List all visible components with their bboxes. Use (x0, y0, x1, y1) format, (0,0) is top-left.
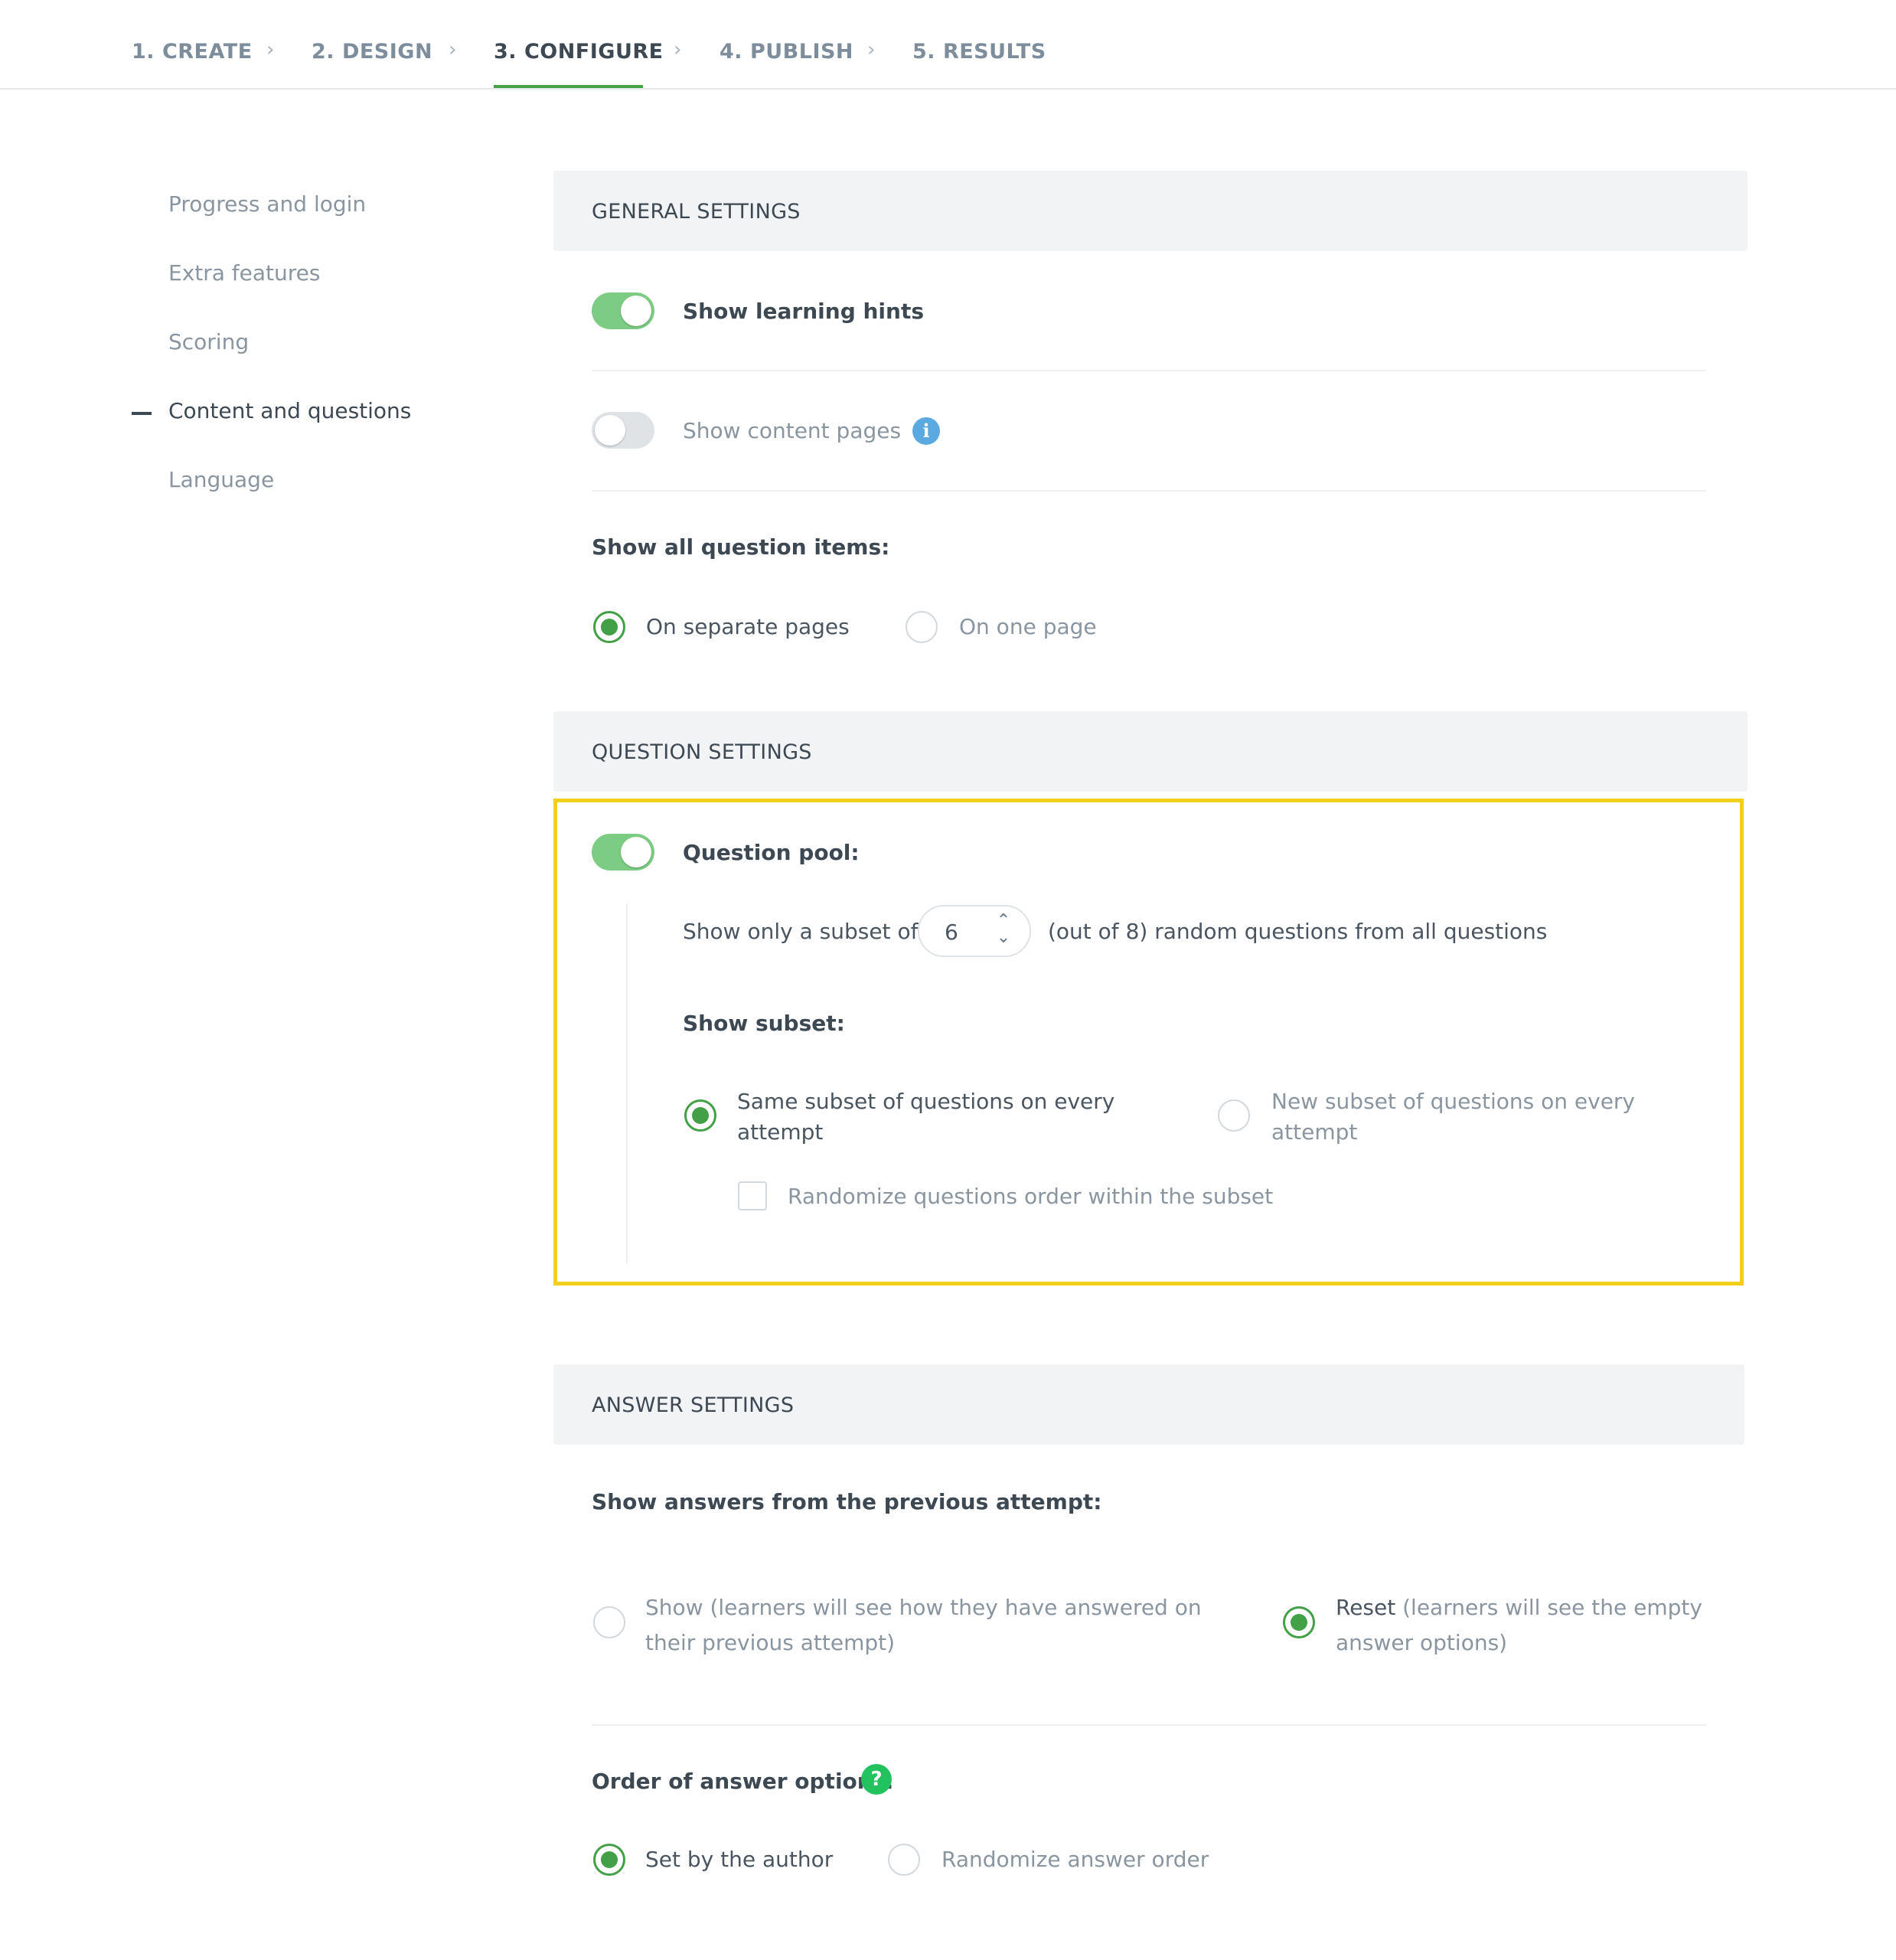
step-results[interactable]: 5. RESULTS (912, 40, 1046, 64)
subset-prefix: Show only a subset of (683, 919, 919, 944)
general-settings-header: GENERAL SETTINGS (553, 171, 1748, 251)
radio-same-subset[interactable] (684, 1099, 716, 1132)
sidebar-item-scoring[interactable]: Scoring (168, 329, 249, 354)
subset-count-stepper[interactable]: 6 ⌃ ⌄ (918, 905, 1031, 957)
content-pages-toggle[interactable] (592, 412, 654, 449)
active-item-dash (132, 412, 152, 415)
step-publish[interactable]: 4. PUBLISH (720, 40, 853, 64)
label-line: attempt (1271, 1119, 1358, 1145)
answer-order-heading: Order of answer options: (592, 1769, 894, 1794)
section-title: QUESTION SETTINGS (592, 740, 812, 764)
sidebar-item-content-and-questions[interactable]: Content and questions (168, 398, 411, 423)
label-line: attempt (737, 1119, 824, 1145)
radio-reset[interactable] (1283, 1606, 1315, 1638)
chevron-right-icon: › (266, 38, 275, 61)
divider (592, 490, 1706, 492)
label-line: Same subset of questions on every (737, 1089, 1115, 1114)
reset-word: Reset (1336, 1595, 1396, 1620)
divider (592, 1724, 1706, 1726)
radio-one-page[interactable] (906, 611, 938, 643)
subset-suffix: (out of 8) random questions from all que… (1048, 919, 1548, 944)
radio-show-previous[interactable] (593, 1606, 625, 1638)
subset-count-value: 6 (945, 920, 958, 945)
section-title: GENERAL SETTINGS (592, 200, 801, 224)
radio-same-subset-label: Same subset of questions on every attemp… (737, 1086, 1114, 1148)
label-line: New subset of questions on every (1271, 1089, 1636, 1114)
radio-one-page-label: On one page (959, 614, 1097, 639)
chevron-right-icon: › (449, 38, 457, 61)
radio-reset-label: Reset (learners will see the empty answe… (1336, 1590, 1702, 1661)
radio-new-subset[interactable] (1218, 1099, 1250, 1132)
sidebar-item-progress-and-login[interactable]: Progress and login (168, 191, 366, 217)
chevron-right-icon: › (674, 38, 682, 61)
radio-separate-pages-label: On separate pages (646, 614, 850, 639)
label-line: Show (learners will see how they have an… (645, 1595, 1202, 1620)
sidebar-item-language[interactable]: Language (168, 467, 274, 492)
previous-attempt-heading: Show answers from the previous attempt: (592, 1489, 1102, 1514)
step-configure[interactable]: 3. CONFIGURE (494, 40, 664, 64)
step-design[interactable]: 2. DESIGN (312, 40, 432, 64)
learning-hints-toggle[interactable] (592, 292, 654, 329)
radio-set-by-author-label: Set by the author (645, 1847, 834, 1872)
question-pool-label: Question pool: (683, 840, 860, 865)
radio-set-by-author[interactable] (593, 1844, 625, 1876)
randomize-order-label: Randomize questions order within the sub… (788, 1184, 1274, 1209)
highlight-box (553, 799, 1744, 1285)
sidebar-item-extra-features[interactable]: Extra features (168, 260, 321, 286)
label-line: Reset (learners will see the empty (1336, 1590, 1702, 1625)
label-line: answer options) (1336, 1630, 1508, 1655)
indent-line (626, 903, 628, 1263)
help-icon[interactable]: ? (861, 1764, 892, 1795)
answer-settings-header: ANSWER SETTINGS (553, 1364, 1744, 1445)
section-title: ANSWER SETTINGS (592, 1393, 795, 1417)
question-settings-header: QUESTION SETTINGS (553, 711, 1748, 792)
radio-separate-pages[interactable] (593, 611, 625, 643)
radio-show-previous-label: Show (learners will see how they have an… (645, 1590, 1202, 1661)
label-line: their previous attempt) (645, 1630, 896, 1655)
chevron-right-icon: › (867, 38, 876, 61)
active-step-indicator (494, 85, 643, 88)
show-subset-heading: Show subset: (683, 1011, 845, 1036)
content-pages-label: Show content pages (683, 418, 902, 443)
wizard-steps-bar: 1. CREATE › 2. DESIGN › 3. CONFIGURE › 4… (0, 0, 1896, 90)
info-icon[interactable]: i (912, 417, 940, 445)
randomize-order-checkbox[interactable] (738, 1181, 767, 1210)
radio-new-subset-label: New subset of questions on every attempt (1271, 1086, 1635, 1148)
learning-hints-label: Show learning hints (683, 299, 925, 324)
step-create[interactable]: 1. CREATE (132, 40, 253, 64)
question-pool-toggle[interactable] (592, 834, 654, 871)
question-items-heading: Show all question items: (592, 534, 890, 560)
radio-randomize-answers[interactable] (888, 1844, 920, 1876)
divider (592, 370, 1706, 371)
reset-desc: (learners will see the empty (1395, 1595, 1702, 1620)
stepper-arrows-icon[interactable]: ⌃ ⌄ (996, 913, 1011, 946)
radio-randomize-answers-label: Randomize answer order (941, 1847, 1209, 1872)
